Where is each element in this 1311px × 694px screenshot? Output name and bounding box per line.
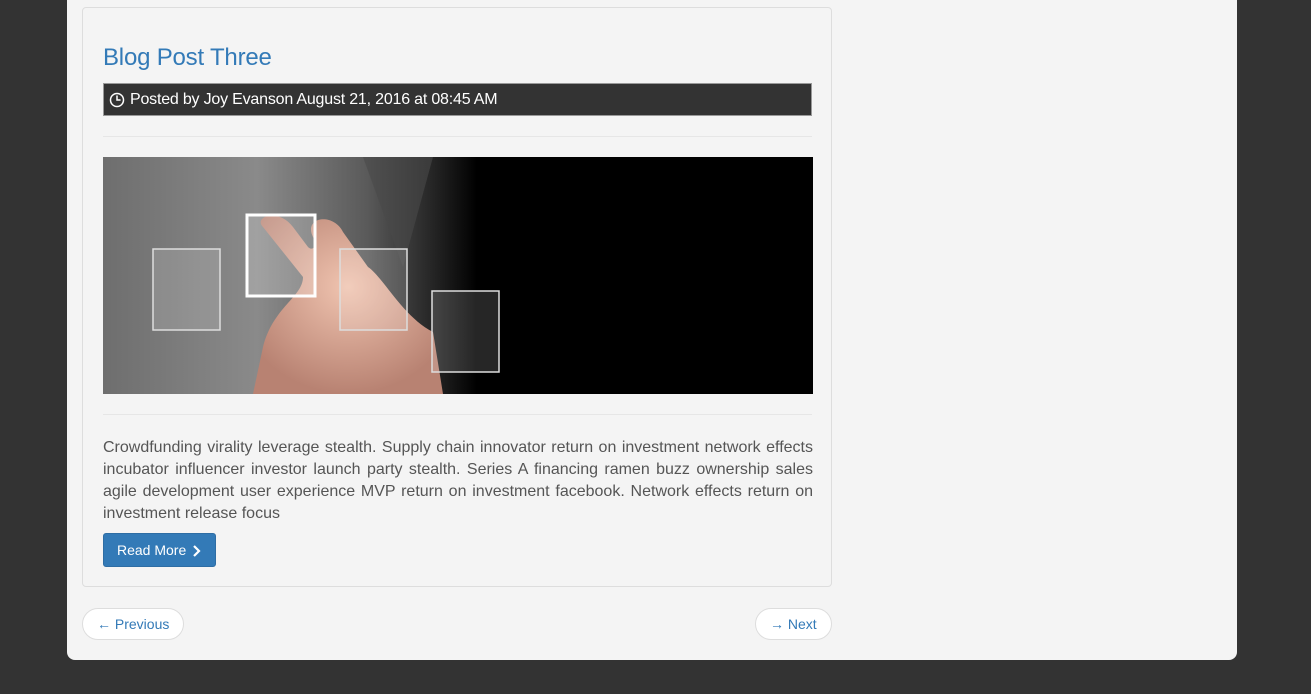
read-more-button[interactable]: Read More <box>103 533 217 567</box>
next-page-button[interactable]: → Next <box>755 608 832 640</box>
previous-page-button[interactable]: ← Previous <box>82 608 185 640</box>
chevron-right-icon <box>192 544 202 557</box>
read-more-label: Read More <box>117 542 187 558</box>
page-container: Blog Post Three Posted by Joy Evanson Au… <box>67 0 1237 660</box>
post-title-link[interactable]: Blog Post Three <box>103 44 272 72</box>
divider <box>103 414 812 415</box>
post-meta-text: Posted by Joy Evanson August 21, 2016 at… <box>130 90 498 108</box>
post-meta-bar: Posted by Joy Evanson August 21, 2016 at… <box>103 83 812 116</box>
divider <box>103 136 812 137</box>
post-hero-image <box>103 157 813 394</box>
post-excerpt: Crowdfunding virality leverage stealth. … <box>103 439 813 522</box>
clock-icon <box>109 92 125 108</box>
blog-post-panel: Blog Post Three Posted by Joy Evanson Au… <box>82 7 832 587</box>
